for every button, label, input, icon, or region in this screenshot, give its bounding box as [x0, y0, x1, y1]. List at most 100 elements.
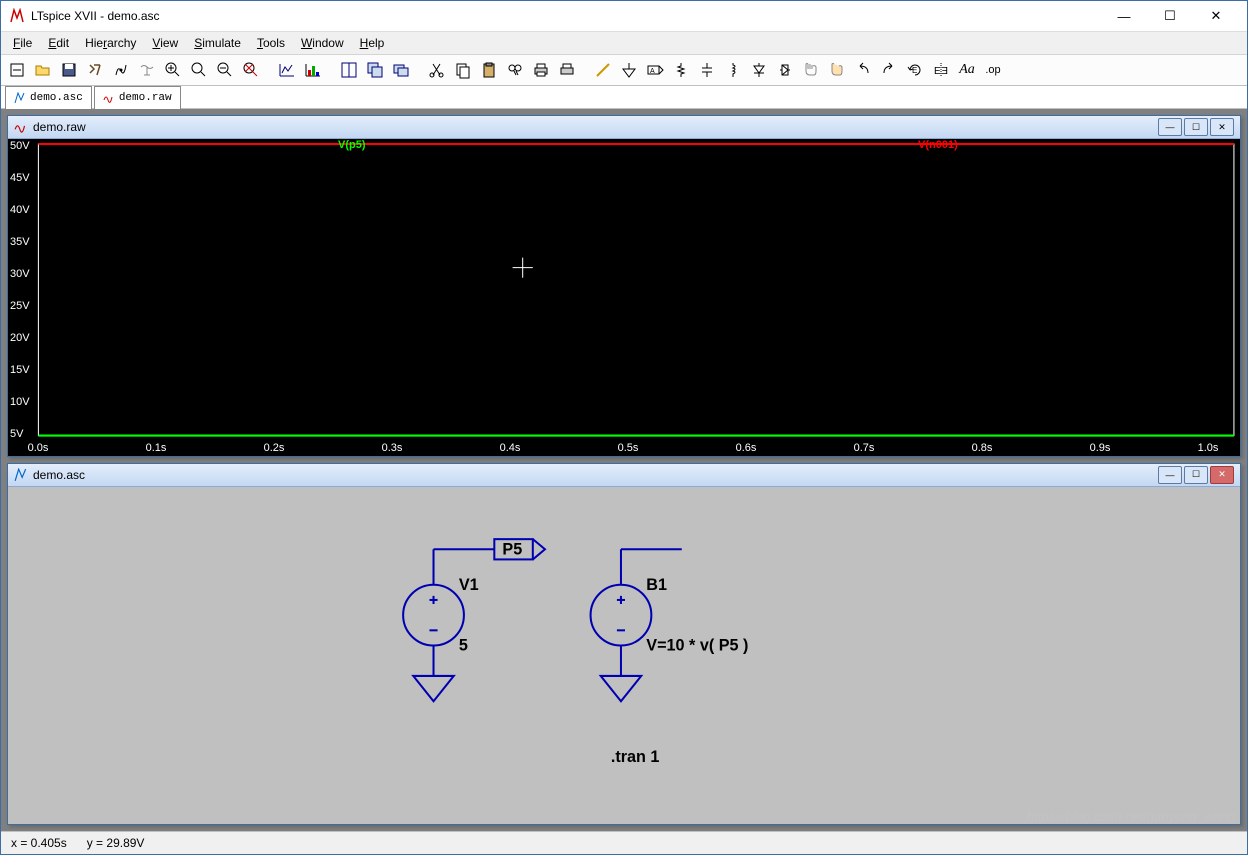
x-tick: 0.7s [854, 442, 875, 454]
statusbar: x = 0.405s y = 29.89V [1, 831, 1247, 854]
tabstrip: demo.asc demo.raw [1, 86, 1247, 109]
print-button[interactable] [529, 58, 553, 82]
print-setup-button[interactable] [555, 58, 579, 82]
label-net-button[interactable]: A [643, 58, 667, 82]
rotate-button[interactable]: E [903, 58, 927, 82]
sub-maximize-button[interactable]: ☐ [1184, 466, 1208, 484]
copy-button[interactable] [451, 58, 475, 82]
x-tick: 0.1s [146, 442, 167, 454]
x-tick: 0.8s [972, 442, 993, 454]
close-window-button[interactable] [389, 58, 413, 82]
x-tick: 0.2s [264, 442, 285, 454]
menu-view[interactable]: View [144, 34, 186, 52]
tab-label: demo.asc [30, 92, 83, 104]
capacitor-button[interactable] [695, 58, 719, 82]
y-tick: 35V [10, 236, 30, 248]
subwindow-asc: demo.asc — ☐ ✕ [7, 463, 1241, 825]
undo-button[interactable] [851, 58, 875, 82]
tile-button[interactable] [337, 58, 361, 82]
run-button[interactable] [109, 58, 133, 82]
waveform-icon [103, 92, 115, 104]
setup-button[interactable] [301, 58, 325, 82]
subwindow-asc-titlebar[interactable]: demo.asc — ☐ ✕ [8, 464, 1240, 487]
control-panel-button[interactable] [83, 58, 107, 82]
zoom-out-button[interactable] [213, 58, 237, 82]
x-tick: 1.0s [1198, 442, 1219, 454]
resistor-button[interactable] [669, 58, 693, 82]
find-button[interactable] [503, 58, 527, 82]
svg-text:E: E [941, 66, 948, 77]
trace-label-vn001[interactable]: V(n001) [918, 139, 958, 151]
comp-val-b1[interactable]: V=10 * v( P5 ) [646, 636, 748, 654]
comp-val-v1[interactable]: 5 [459, 636, 468, 654]
maximize-button[interactable]: ☐ [1147, 2, 1193, 30]
menu-help[interactable]: Help [352, 34, 393, 52]
menu-edit[interactable]: Edit [40, 34, 77, 52]
diode-button[interactable] [747, 58, 771, 82]
component-button[interactable] [773, 58, 797, 82]
menu-hierarchy[interactable]: Hierarchy [77, 34, 144, 52]
minimize-button[interactable]: — [1101, 2, 1147, 30]
close-button[interactable]: ✕ [1193, 2, 1239, 30]
window-title: LTspice XVII - demo.asc [31, 9, 1101, 23]
cascade-button[interactable] [363, 58, 387, 82]
ground-button[interactable] [617, 58, 641, 82]
new-schematic-button[interactable] [5, 58, 29, 82]
move-button[interactable] [799, 58, 823, 82]
svg-text:E: E [934, 66, 941, 77]
menu-tools[interactable]: Tools [249, 34, 293, 52]
menu-file[interactable]: File [5, 34, 40, 52]
svg-text:A: A [650, 68, 655, 75]
waveform-plot[interactable]: V(p5) V(n001) 5V 10V 15V 20V 25V 30V 35V… [8, 139, 1240, 456]
cut-button[interactable] [425, 58, 449, 82]
menu-simulate[interactable]: Simulate [186, 34, 249, 52]
app-icon [9, 8, 25, 24]
sub-minimize-button[interactable]: — [1158, 466, 1182, 484]
y-tick: 5V [10, 428, 23, 440]
inductor-button[interactable] [721, 58, 745, 82]
halt-button[interactable] [135, 58, 159, 82]
sub-close-button[interactable]: ✕ [1210, 466, 1234, 484]
subwindow-raw: demo.raw — ☐ ✕ [7, 115, 1241, 457]
menubar: File Edit Hierarchy View Simulate Tools … [1, 32, 1247, 55]
trace-label-vp5[interactable]: V(p5) [338, 139, 366, 151]
y-tick: 30V [10, 268, 30, 280]
menu-window[interactable]: Window [293, 34, 352, 52]
y-tick: 50V [10, 140, 30, 152]
autorange-button[interactable] [275, 58, 299, 82]
schematic-canvas[interactable]: P5 V1 5 B1 V=10 * v( P5 ) .tran 1 [8, 487, 1240, 824]
x-tick: 0.5s [618, 442, 639, 454]
titlebar: LTspice XVII - demo.asc — ☐ ✕ [1, 1, 1247, 32]
schematic-icon [14, 92, 26, 104]
open-button[interactable] [31, 58, 55, 82]
sub-maximize-button[interactable]: ☐ [1184, 118, 1208, 136]
drag-button[interactable] [825, 58, 849, 82]
x-tick: 0.4s [500, 442, 521, 454]
x-tick: 0.3s [382, 442, 403, 454]
subwindow-controls: — ☐ ✕ [1158, 118, 1234, 136]
y-tick: 20V [10, 332, 30, 344]
spice-directive[interactable]: .tran 1 [611, 748, 660, 766]
redo-button[interactable] [877, 58, 901, 82]
text-button[interactable]: Aa [955, 58, 979, 82]
draw-wire-button[interactable] [591, 58, 615, 82]
y-tick: 40V [10, 204, 30, 216]
spice-directive-button[interactable]: .op [981, 58, 1005, 82]
net-label-text[interactable]: P5 [502, 540, 522, 558]
y-tick: 45V [10, 172, 30, 184]
save-button[interactable] [57, 58, 81, 82]
subwindow-raw-titlebar[interactable]: demo.raw — ☐ ✕ [8, 116, 1240, 139]
paste-button[interactable] [477, 58, 501, 82]
pan-button[interactable] [187, 58, 211, 82]
zoom-full-button[interactable] [239, 58, 263, 82]
tab-asc[interactable]: demo.asc [5, 86, 92, 109]
sub-close-button[interactable]: ✕ [1210, 118, 1234, 136]
zoom-in-button[interactable] [161, 58, 185, 82]
comp-ref-v1[interactable]: V1 [459, 575, 479, 593]
workspace: demo.raw — ☐ ✕ [1, 109, 1247, 831]
mirror-button[interactable]: EE [929, 58, 953, 82]
comp-ref-b1[interactable]: B1 [646, 575, 667, 593]
window-controls: — ☐ ✕ [1101, 2, 1239, 30]
sub-minimize-button[interactable]: — [1158, 118, 1182, 136]
tab-raw[interactable]: demo.raw [94, 86, 181, 109]
